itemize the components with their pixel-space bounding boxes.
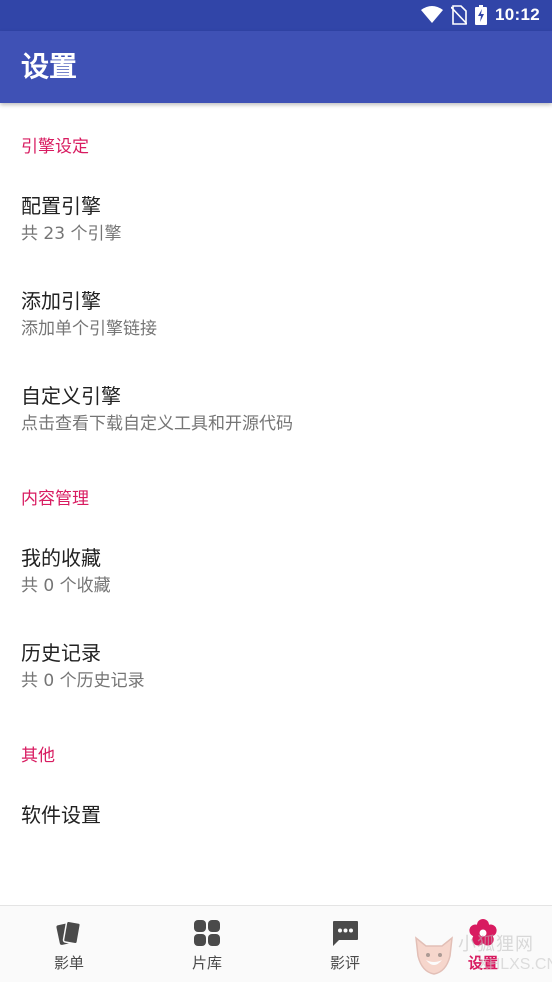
pref-summary: 点击查看下载自定义工具和开源代码 [21,414,293,434]
pref-title: 配置引擎 [21,194,101,218]
settings-list: 引擎设定 配置引擎 共 23 个引擎 添加引擎 添加单个引擎链接 自定义引擎 点… [0,103,552,903]
pref-custom-engine[interactable]: 自定义引擎 点击查看下载自定义工具和开源代码 [0,383,552,471]
tab-library[interactable]: 片库 [138,906,276,982]
section-header-other: 其他 [21,746,55,766]
pref-title: 自定义引擎 [21,384,121,408]
wifi-icon [421,6,444,23]
status-icons: 10:12 [421,5,540,25]
status-bar: 10:12 [0,0,552,31]
fox-logo-icon [415,936,453,975]
watermark-url: XHLXS.CN [478,956,552,973]
section-header-engine: 引擎设定 [21,137,89,157]
comment-icon [333,921,358,946]
page-title: 设置 [21,50,78,83]
pref-favorites[interactable]: 我的收藏 共 0 个收藏 [0,545,552,633]
cards-icon [56,920,82,945]
app-bar: 设置 [0,31,552,103]
pref-title: 历史记录 [21,641,101,665]
pref-summary: 共 0 个历史记录 [21,671,145,691]
pref-title: 软件设置 [21,803,101,827]
tab-label: 影单 [53,954,84,972]
tab-movie-list[interactable]: 影单 [0,906,138,982]
pref-summary: 共 23 个引擎 [21,224,122,244]
tab-reviews[interactable]: 影评 [276,906,414,982]
tab-label: 片库 [191,954,222,972]
pref-summary: 共 0 个收藏 [21,576,111,596]
pref-title: 我的收藏 [21,546,101,570]
watermark: 小狐狸网 XHLXS.CN [408,926,552,981]
pref-add-engine[interactable]: 添加引擎 添加单个引擎链接 [0,288,552,376]
status-time: 10:12 [495,5,540,24]
pref-summary: 添加单个引擎链接 [21,319,157,339]
watermark-text: 小狐狸网 [458,934,534,955]
battery-charging-icon [475,5,488,25]
tab-label: 影评 [329,954,360,972]
pref-app-settings[interactable]: 软件设置 [0,802,552,862]
no-sim-icon [451,5,468,25]
grid-icon [194,920,220,946]
pref-title: 添加引擎 [21,289,101,313]
pref-history[interactable]: 历史记录 共 0 个历史记录 [0,640,552,728]
pref-configure-engines[interactable]: 配置引擎 共 23 个引擎 [0,193,552,281]
section-header-content: 内容管理 [21,489,89,509]
